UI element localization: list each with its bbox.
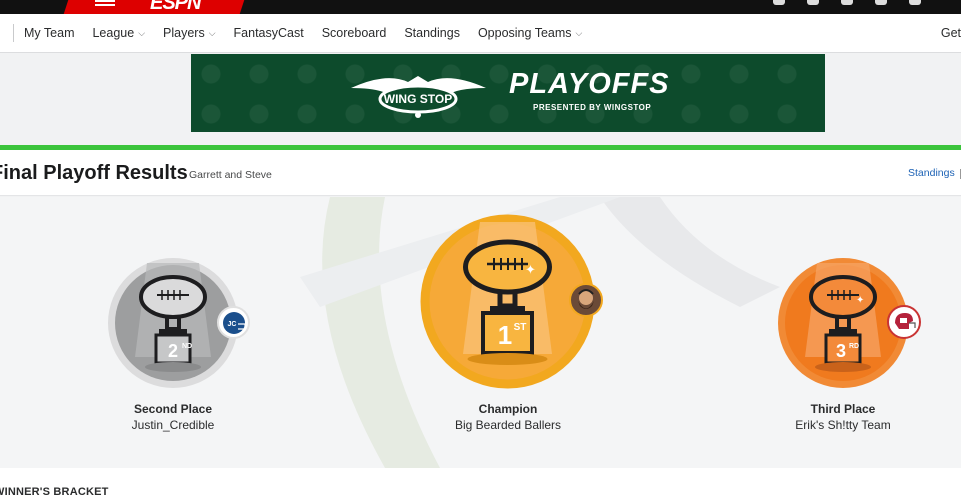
chevron-down-icon: ⌵ [138,27,146,38]
search-icon[interactable] [875,0,887,5]
chevron-down-icon: ⌵ [208,27,216,38]
wingstop-logo-text: WING STOP [384,92,452,106]
helmet-icon: JC [222,311,246,334]
champion-label: Champion [478,402,538,416]
nav-item-standings[interactable]: Standings [404,26,460,40]
banner-title: PLAYOFFS [509,68,670,100]
help-icon[interactable] [909,0,921,5]
banner-subtitle: PRESENTED BY WINGSTOP [533,103,652,112]
helmet-icon [893,311,916,333]
gear-icon[interactable] [807,0,819,5]
nav-item-opposing-teams[interactable]: Opposing Teams ⌵ [478,26,582,40]
svg-text:✦: ✦ [856,295,864,306]
playoffs-banner[interactable]: WING STOP PLAYOFFS PRESENTED BY WINGSTOP [191,54,825,132]
third-place-team-logo[interactable] [887,305,921,339]
user-icon[interactable] [773,0,785,5]
top-icons [773,0,921,6]
hamburger-menu-icon[interactable] [95,0,115,6]
chevron-down-icon: ⌵ [575,27,583,38]
second-place-rank-suffix: ND [182,343,192,350]
bracket-section [0,468,961,501]
third-place-label: Third Place [810,402,876,416]
podium-section: 2 ND JC Second Place Justin_Credible ✦ 1… [0,197,961,468]
subnav-divider [13,24,14,42]
nav-item-scoreboard[interactable]: Scoreboard [322,26,387,40]
wingstop-logo: WING STOP [351,76,486,118]
second-place-team[interactable]: Justin_Credible [108,418,238,432]
second-place-card[interactable]: Second Place Justin_Credible [108,402,238,432]
notification-icon[interactable] [841,0,853,5]
espn-logo[interactable]: ESPN [150,0,201,15]
third-place-card[interactable]: Third Place Erik's Sh!tty Team [768,402,918,432]
champion-team[interactable]: Big Bearded Ballers [432,418,584,432]
league-subnav: My Team League ⌵ Players ⌵ FantasyCast Sco… [0,14,961,53]
svg-text:JC: JC [227,321,236,328]
third-place-rank: 3 [836,341,846,361]
page-title: Final Playoff Results [0,162,188,184]
banner-pattern [191,54,825,132]
results-header: Final Playoff Results Garrett and Steve … [0,150,961,196]
bearded-avatar-icon [578,289,594,309]
bracket-title: WINNER'S BRACKET [0,486,109,498]
svg-text:✦: ✦ [525,262,536,277]
standings-link[interactable]: Standings [908,167,961,179]
nav-item-league[interactable]: League ⌵ [92,26,145,40]
third-place-rank-suffix: RD [849,343,859,350]
second-place-team-logo[interactable]: JC [217,306,250,339]
second-place-rank: 2 [168,341,178,361]
third-place-team[interactable]: Erik's Sh!tty Team [768,418,918,432]
nav-item-my-team[interactable]: My Team [24,26,74,40]
league-owners: Garrett and Steve [189,169,272,181]
nav-item-get[interactable]: Get [941,26,961,40]
second-place-label: Second Place [133,402,213,416]
champion-rank-suffix: ST [514,322,527,333]
top-bar: ESPN [0,0,961,14]
champion-rank: 1 [498,320,512,350]
champion-team-logo[interactable] [569,283,603,317]
champion-card[interactable]: Champion Big Bearded Ballers [432,402,584,432]
nav-item-fantasycast[interactable]: FantasyCast [234,26,304,40]
nav-item-players[interactable]: Players ⌵ [163,26,216,40]
